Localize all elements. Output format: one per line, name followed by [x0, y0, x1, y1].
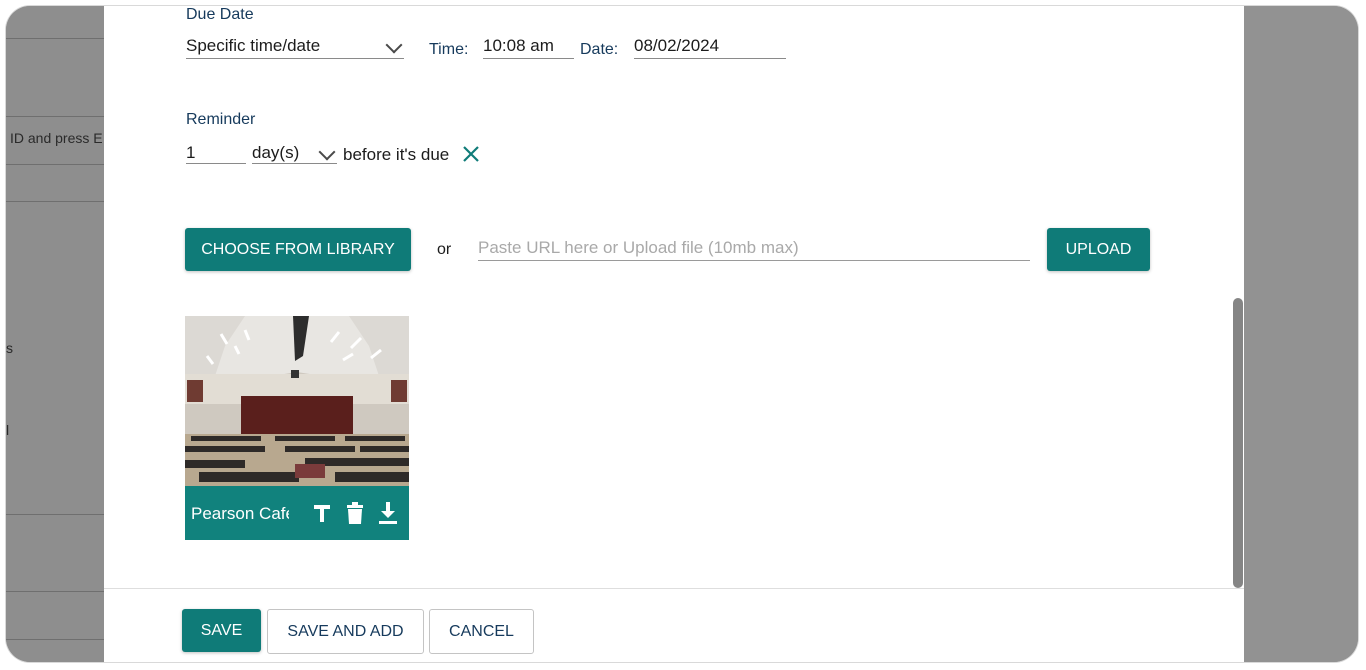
scrollbar[interactable]: [1233, 298, 1243, 588]
choose-from-library-button[interactable]: CHOOSE FROM LIBRARY: [185, 228, 411, 271]
cancel-button[interactable]: CANCEL: [429, 609, 534, 654]
save-button[interactable]: SAVE: [182, 609, 261, 652]
save-and-add-button[interactable]: SAVE AND ADD: [267, 609, 424, 654]
app-frame: ID and press E s l Due Date Specific tim…: [6, 6, 1358, 662]
divider: [6, 514, 104, 515]
or-text: or: [437, 241, 452, 258]
divider: [6, 164, 104, 165]
time-value: 10:08 am: [483, 36, 554, 55]
media-thumbnail[interactable]: Pearson Cafeteria: [185, 316, 409, 540]
reminder-unit-value: day(s): [252, 143, 300, 162]
divider: [6, 639, 104, 640]
date-label: Date:: [580, 41, 619, 58]
divider: [6, 116, 104, 117]
background-input-hint: ID and press E: [10, 130, 103, 146]
date-value: 08/02/2024: [634, 36, 720, 55]
background-page-right: [1244, 6, 1358, 662]
reminder-amount-value: 1: [186, 143, 196, 162]
upload-button[interactable]: UPLOAD: [1047, 228, 1150, 271]
thumbnail-name: Pearson Cafeteria: [191, 504, 289, 523]
time-label: Time:: [429, 41, 469, 58]
trash-icon[interactable]: [343, 500, 367, 526]
due-date-mode-value: Specific time/date: [186, 36, 321, 55]
background-text: s: [6, 340, 13, 356]
divider: [6, 201, 104, 202]
due-date-mode-select[interactable]: Specific time/date: [186, 36, 404, 59]
divider: [6, 38, 104, 39]
close-icon[interactable]: [461, 144, 481, 164]
due-date-label: Due Date: [186, 6, 254, 23]
auditorium-image: [185, 316, 409, 486]
date-field[interactable]: 08/02/2024: [634, 36, 786, 59]
background-text: l: [6, 422, 10, 438]
thumbnail-toolbar: Pearson Cafeteria: [185, 486, 409, 540]
time-field[interactable]: 10:08 am: [483, 36, 574, 59]
edit-task-modal: Due Date Specific time/date Time: 10:08 …: [104, 6, 1244, 662]
reminder-amount-field[interactable]: 1: [186, 143, 246, 164]
url-input[interactable]: [478, 236, 1030, 261]
reminder-suffix: before it's due: [343, 145, 450, 164]
download-icon[interactable]: [376, 500, 400, 526]
text-icon[interactable]: [310, 500, 334, 526]
divider: [6, 591, 104, 592]
reminder-label: Reminder: [186, 111, 256, 128]
footer-divider: [104, 588, 1244, 589]
background-page: ID and press E s l: [6, 6, 104, 662]
